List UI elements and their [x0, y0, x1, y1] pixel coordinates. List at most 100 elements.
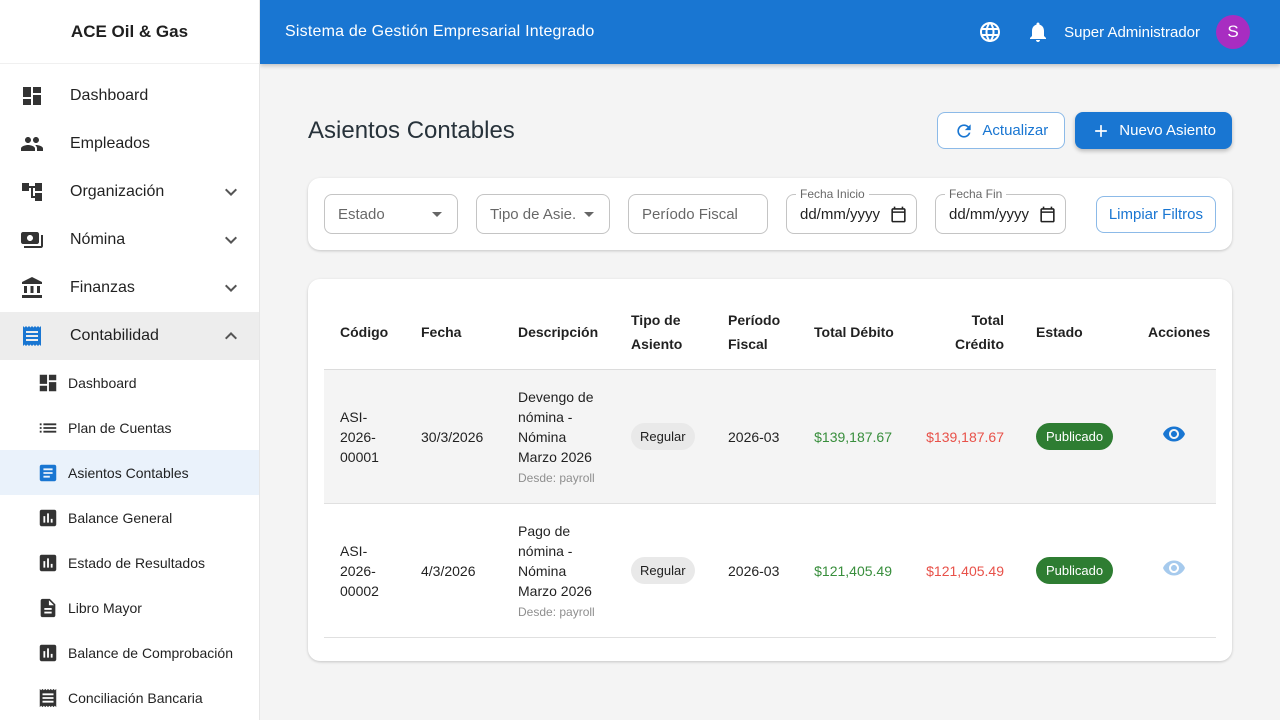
- sidebar-subitem-balance-general[interactable]: Balance General: [0, 495, 259, 540]
- tipo-chip: Regular: [631, 423, 695, 450]
- app-root: Sistema de Gestión Empresarial Integrado…: [0, 0, 1280, 720]
- fecha-fin-label: Fecha Fin: [945, 187, 1007, 202]
- dashboard-icon: [20, 84, 44, 108]
- cell-acciones: [1132, 503, 1216, 638]
- tipo-chip: Regular: [631, 557, 695, 584]
- calendar-icon[interactable]: [1038, 205, 1057, 224]
- receipt-icon: [20, 324, 44, 348]
- bar-chart-icon: [36, 551, 60, 575]
- view-entry-button[interactable]: [1162, 422, 1186, 446]
- col-header-debito: Total Débito: [798, 295, 908, 370]
- col-header-acciones: Acciones: [1132, 295, 1216, 370]
- user-avatar[interactable]: S: [1216, 15, 1250, 49]
- table-row[interactable]: ASI-2026-00002 4/3/2026 Pago de nómina -…: [324, 503, 1216, 638]
- col-header-codigo: Código: [324, 295, 405, 370]
- fecha-inicio-label: Fecha Inicio: [796, 187, 869, 202]
- entries-table: Código Fecha Descripción Tipo de Asiento…: [324, 295, 1216, 638]
- sidebar-item-organizacion[interactable]: Organización: [0, 168, 259, 216]
- dropdown-arrow-icon: [577, 202, 601, 226]
- fecha-fin-input[interactable]: Fecha Fin dd/mm/yyyy: [935, 187, 1066, 234]
- page-actions: Actualizar Nuevo Asiento: [937, 112, 1232, 149]
- cell-total-credito: $121,405.49: [908, 503, 1020, 638]
- chevron-down-icon: [219, 276, 243, 300]
- col-header-periodo: Período Fiscal: [712, 295, 798, 370]
- sidebar-nav: Dashboard Empleados Organización Nómina …: [0, 64, 259, 720]
- status-badge: Publicado: [1036, 423, 1114, 450]
- bank-icon: [20, 276, 44, 300]
- sidebar-item-dashboard[interactable]: Dashboard: [0, 72, 259, 120]
- list-icon: [36, 416, 60, 440]
- new-entry-button[interactable]: Nuevo Asiento: [1075, 112, 1232, 149]
- cell-fecha: 30/3/2026: [405, 369, 502, 504]
- table-row[interactable]: ASI-2026-00001 30/3/2026 Devengo de nómi…: [324, 369, 1216, 504]
- sidebar-item-nomina[interactable]: Nómina: [0, 216, 259, 264]
- app-title: Sistema de Gestión Empresarial Integrado: [285, 23, 595, 40]
- org-tree-icon: [20, 180, 44, 204]
- estado-select[interactable]: Estado: [324, 194, 458, 234]
- col-header-fecha: Fecha: [405, 295, 502, 370]
- cell-descripcion: Devengo de nómina - Nómina Marzo 2026 De…: [502, 369, 615, 504]
- bar-chart-icon: [36, 641, 60, 665]
- cell-descripcion: Pago de nómina - Nómina Marzo 2026 Desde…: [502, 503, 615, 638]
- sidebar-subitem-dashboard[interactable]: Dashboard: [0, 360, 259, 405]
- clear-filters-button[interactable]: Limpiar Filtros: [1095, 195, 1216, 233]
- receipt-icon: [36, 686, 60, 710]
- descripcion-text: Pago de nómina - Nómina Marzo 2026: [518, 523, 592, 599]
- chevron-down-icon: [219, 180, 243, 204]
- new-entry-button-label: Nuevo Asiento: [1119, 122, 1216, 139]
- plus-icon: [1095, 124, 1108, 137]
- sidebar-item-finanzas[interactable]: Finanzas: [0, 264, 259, 312]
- sidebar-subitem-estado-de-resultados[interactable]: Estado de Resultados: [0, 540, 259, 585]
- sidebar-item-contabilidad[interactable]: Contabilidad: [0, 312, 259, 360]
- col-header-estado: Estado: [1020, 295, 1132, 370]
- periodo-placeholder: Período Fiscal: [642, 205, 738, 223]
- status-badge: Publicado: [1036, 557, 1114, 584]
- sidebar-subitem-conciliacion-bancaria[interactable]: Conciliación Bancaria: [0, 675, 259, 720]
- cell-total-debito: $139,187.67: [798, 369, 908, 504]
- brand-logo: ACE Oil & Gas: [0, 0, 259, 64]
- entries-table-card: Código Fecha Descripción Tipo de Asiento…: [308, 279, 1232, 661]
- cell-periodo: 2026-03: [712, 369, 798, 504]
- sidebar-subitem-balance-de-comprobacion[interactable]: Balance de Comprobación: [0, 630, 259, 675]
- sidebar-subitem-plan-de-cuentas[interactable]: Plan de Cuentas: [0, 405, 259, 450]
- col-header-descripcion: Descripción: [502, 295, 615, 370]
- refresh-icon: [957, 123, 972, 138]
- eye-icon: [1163, 560, 1185, 576]
- dashboard-icon: [36, 371, 60, 395]
- appbar-actions: Super Administrador S: [978, 15, 1250, 49]
- language-globe-icon[interactable]: [978, 20, 1002, 44]
- main-content: Asientos Contables Actualizar Nuevo Asie…: [260, 64, 1280, 720]
- col-header-credito: Total Crédito: [908, 295, 1020, 370]
- fecha-inicio-value: dd/mm/yyyy: [800, 205, 881, 223]
- document-icon: [36, 596, 60, 620]
- cell-fecha: 4/3/2026: [405, 503, 502, 638]
- notifications-bell-icon[interactable]: [1026, 20, 1050, 44]
- refresh-button-label: Actualizar: [982, 122, 1049, 139]
- tipo-asiento-select[interactable]: Tipo de Asie...: [476, 194, 610, 234]
- cell-tipo: Regular: [615, 369, 712, 504]
- cell-acciones: [1132, 369, 1216, 504]
- dropdown-arrow-icon: [425, 202, 449, 226]
- chevron-up-icon: [219, 324, 243, 348]
- page-header: Asientos Contables Actualizar Nuevo Asie…: [308, 112, 1232, 149]
- view-entry-button[interactable]: [1162, 556, 1186, 580]
- sidebar-subitem-asientos-contables[interactable]: Asientos Contables: [0, 450, 259, 495]
- calendar-icon[interactable]: [889, 205, 908, 224]
- chevron-down-icon: [219, 228, 243, 252]
- clear-filters-label: Limpiar Filtros: [1108, 205, 1203, 223]
- payments-icon: [20, 228, 44, 252]
- periodo-fiscal-input[interactable]: Período Fiscal: [628, 194, 768, 234]
- sidebar-item-empleados[interactable]: Empleados: [0, 120, 259, 168]
- table-header-row: Código Fecha Descripción Tipo de Asiento…: [324, 295, 1216, 370]
- cell-total-debito: $121,405.49: [798, 503, 908, 638]
- cell-estado: Publicado: [1020, 503, 1132, 638]
- descripcion-source: Desde: payroll: [518, 605, 595, 619]
- user-name: Super Administrador: [1064, 23, 1200, 41]
- descripcion-source: Desde: payroll: [518, 471, 595, 485]
- fecha-inicio-input[interactable]: Fecha Inicio dd/mm/yyyy: [786, 187, 917, 234]
- estado-select-label: Estado: [338, 205, 385, 223]
- bar-chart-icon: [36, 506, 60, 530]
- refresh-button[interactable]: Actualizar: [937, 112, 1066, 149]
- sidebar-subitem-libro-mayor[interactable]: Libro Mayor: [0, 585, 259, 630]
- fecha-fin-value: dd/mm/yyyy: [949, 205, 1030, 223]
